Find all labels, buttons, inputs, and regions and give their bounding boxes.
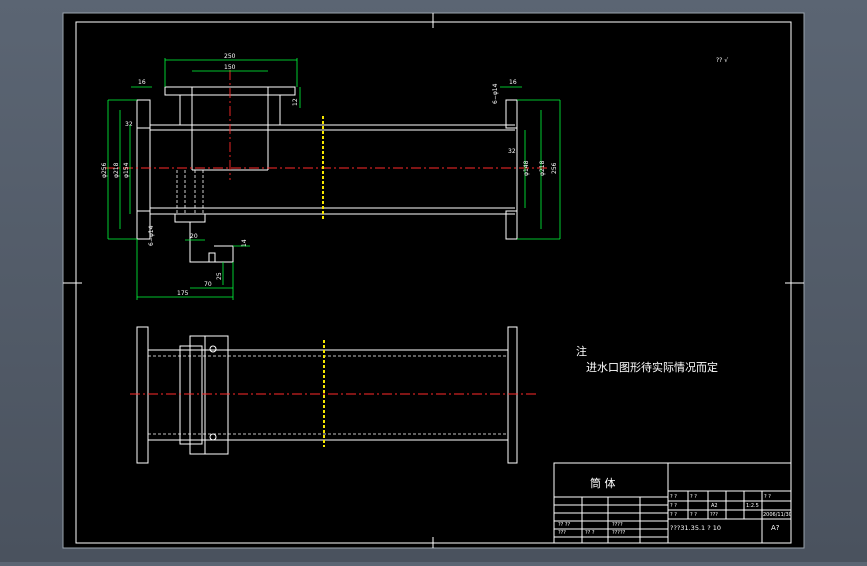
dim-14: 14 xyxy=(241,239,248,247)
dim-16-right: 16 xyxy=(509,79,517,86)
dim-20: 20 xyxy=(190,233,198,240)
sheet-background xyxy=(62,12,805,549)
tb-cell: ????? xyxy=(612,530,626,536)
note-text: 进水口图形待实际情况而定 xyxy=(586,360,718,374)
tb-cell: ??? xyxy=(558,530,566,536)
dim-phi218-right: φ218 xyxy=(539,160,546,176)
dim-32-right: 32 xyxy=(508,148,516,155)
dim-250: 250 xyxy=(224,53,236,60)
dim-6phi14-right: 6−φ14 xyxy=(492,83,499,104)
tb-cell: ? ? xyxy=(690,512,697,518)
part-name: 筒 体 xyxy=(590,476,616,490)
tb-cell: ? ? xyxy=(764,494,771,500)
tb-cell: ?? ?? xyxy=(558,522,571,528)
cad-viewport[interactable]: ?? √ 250 150 16 16 12 6−φ14 32 32 6−φ14 … xyxy=(0,0,867,562)
dim-12: 12 xyxy=(292,98,299,106)
tb-cell: ? ? xyxy=(670,503,677,509)
drawing-number: ???31.35.1 ? 10 xyxy=(670,524,721,532)
surface-finish-mark: ?? √ xyxy=(716,57,728,64)
drawing-date: 2006/11/30 xyxy=(763,512,792,518)
dim-150: 150 xyxy=(224,64,236,71)
tb-cell: ? ? xyxy=(670,494,677,500)
tb-cell: ? ? xyxy=(670,512,677,518)
dim-25: 25 xyxy=(216,272,223,280)
tb-cell: ?? ? xyxy=(585,530,595,536)
dim-phi154: φ154 xyxy=(123,162,130,178)
tb-cell: ? ? xyxy=(690,494,697,500)
drawing-canvas: ?? √ 250 150 16 16 12 6−φ14 32 32 6−φ14 … xyxy=(62,12,805,549)
dim-phi218-left: φ218 xyxy=(113,162,120,178)
dim-16-left: 16 xyxy=(138,79,146,86)
dim-32-left: 32 xyxy=(125,121,133,128)
dim-256-right: 256 xyxy=(551,162,558,174)
dim-6phi14-left: 6−φ14 xyxy=(148,225,155,246)
tb-cell: ???? xyxy=(612,522,623,528)
drawing-material: A2 xyxy=(711,503,718,509)
dim-phi256: φ256 xyxy=(101,162,108,178)
dim-phi148: φ148 xyxy=(523,160,530,176)
drawing-scale: 1:2.5 xyxy=(746,503,759,509)
dim-70: 70 xyxy=(204,281,212,288)
sheet-size: A? xyxy=(771,524,780,532)
dim-175: 175 xyxy=(177,290,189,297)
note-heading: 注 xyxy=(576,344,587,358)
tb-cell: ??? xyxy=(710,512,718,518)
